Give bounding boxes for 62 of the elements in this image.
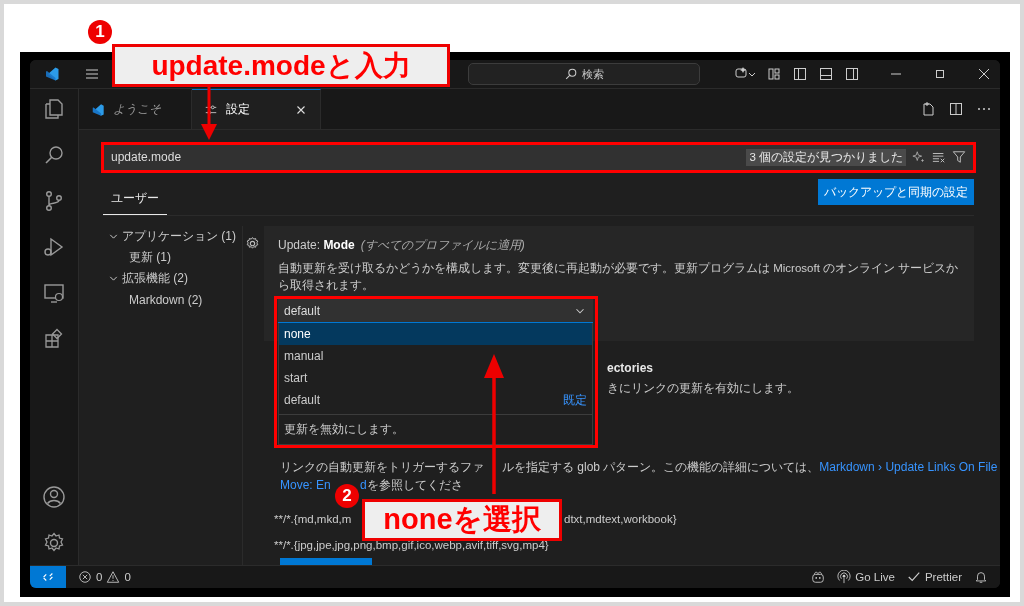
step-badge: 1: [88, 20, 112, 44]
panel-toggle-icon[interactable]: [818, 66, 834, 82]
setting-gear-icon[interactable]: [245, 236, 260, 251]
files-icon[interactable]: [42, 97, 66, 121]
arrow: [199, 86, 219, 140]
glob-pattern: dtxt,mdtext,workbook}: [564, 513, 677, 525]
dropdown-option[interactable]: manual: [279, 345, 592, 367]
account-icon[interactable]: [42, 485, 66, 509]
problems-status[interactable]: 0 0: [78, 570, 131, 584]
dropdown-option[interactable]: start: [279, 367, 592, 389]
sparkle-icon[interactable]: [912, 150, 926, 164]
editor-tab[interactable]: 設定: [192, 89, 321, 129]
logo-icon: [44, 66, 60, 82]
setting-description: 自動更新を受け取るかどうかを構成します。変更後に再起動が必要です。更新プログラムは Microsoft のオンライン サービスから取得されます。: [278, 261, 960, 293]
status-item[interactable]: Go Live: [837, 570, 895, 584]
bell-icon[interactable]: [974, 570, 988, 584]
logo-icon: [91, 102, 105, 117]
command-center[interactable]: 検索: [468, 63, 700, 85]
toc-item[interactable]: アプリケーション (1): [107, 226, 242, 247]
result-count: 3 個の設定が見つかりました: [746, 148, 906, 166]
broadcast-icon: [837, 570, 852, 584]
setting-description: きにリンクの更新を有効にします。: [607, 381, 800, 396]
glob-pattern: **/*.{md,mkd,m: [274, 513, 352, 525]
sidebar-toggle-icon[interactable]: [792, 66, 808, 82]
layout-icon[interactable]: [766, 66, 782, 82]
setting-link[interactable]: d: [360, 476, 367, 494]
split-editor-icon[interactable]: [948, 101, 964, 117]
clear-filter-icon[interactable]: [932, 150, 946, 164]
setting-description: リンクの自動更新をトリガーするファ: [280, 460, 484, 474]
dropdown-option[interactable]: none: [279, 323, 592, 345]
setting-link[interactable]: Move: En: [280, 478, 331, 492]
remote-explorer-icon[interactable]: [42, 281, 66, 305]
error-icon: [78, 570, 92, 584]
copilot-status-icon[interactable]: [811, 570, 826, 584]
setting-title: Update: Mode (すべてのプロファイルに適用): [278, 237, 526, 254]
toc-item[interactable]: 拡張機能 (2): [107, 268, 242, 289]
setting-title: ectories: [607, 361, 654, 375]
menu-icon[interactable]: [84, 66, 100, 82]
open-json-icon[interactable]: [920, 101, 936, 117]
warning-icon: [106, 570, 121, 584]
scope-tab[interactable]: ユーザー: [103, 186, 167, 215]
toc-item[interactable]: Markdown (2): [107, 289, 242, 310]
check-icon: [906, 570, 921, 584]
dropdown-option[interactable]: default 既定: [279, 389, 592, 411]
callout-label: update.modeと入力: [112, 44, 450, 87]
toc-item[interactable]: 更新 (1): [107, 247, 242, 268]
setting-description: ルを指定する glob パターン。この機能の詳細については、: [502, 459, 820, 476]
status-item[interactable]: Prettier: [906, 570, 962, 584]
callout-label: noneを選択: [362, 499, 562, 541]
settings-search-field[interactable]: update.mode 3 個の設定が見つかりました: [103, 144, 974, 170]
close-icon[interactable]: [976, 66, 992, 82]
sync-button[interactable]: バックアップと同期の設定: [818, 179, 974, 205]
option-description: 更新を無効にします。: [279, 414, 592, 442]
mode-select[interactable]: default: [278, 299, 593, 323]
search-icon: [564, 67, 578, 81]
remote-icon: [41, 570, 55, 584]
sliders-icon: [204, 102, 218, 117]
secondary-sidebar-icon[interactable]: [844, 66, 860, 82]
filter-icon[interactable]: [952, 150, 966, 164]
setting-description: を参照してくださ: [366, 477, 463, 494]
setting-link[interactable]: Markdown › Update Links On File: [819, 458, 998, 476]
glob-pattern: **/*.{jpg,jpe,jpg,png,bmp,gif,ico,webp,avif,tiff,svg,mp4}: [274, 539, 549, 551]
